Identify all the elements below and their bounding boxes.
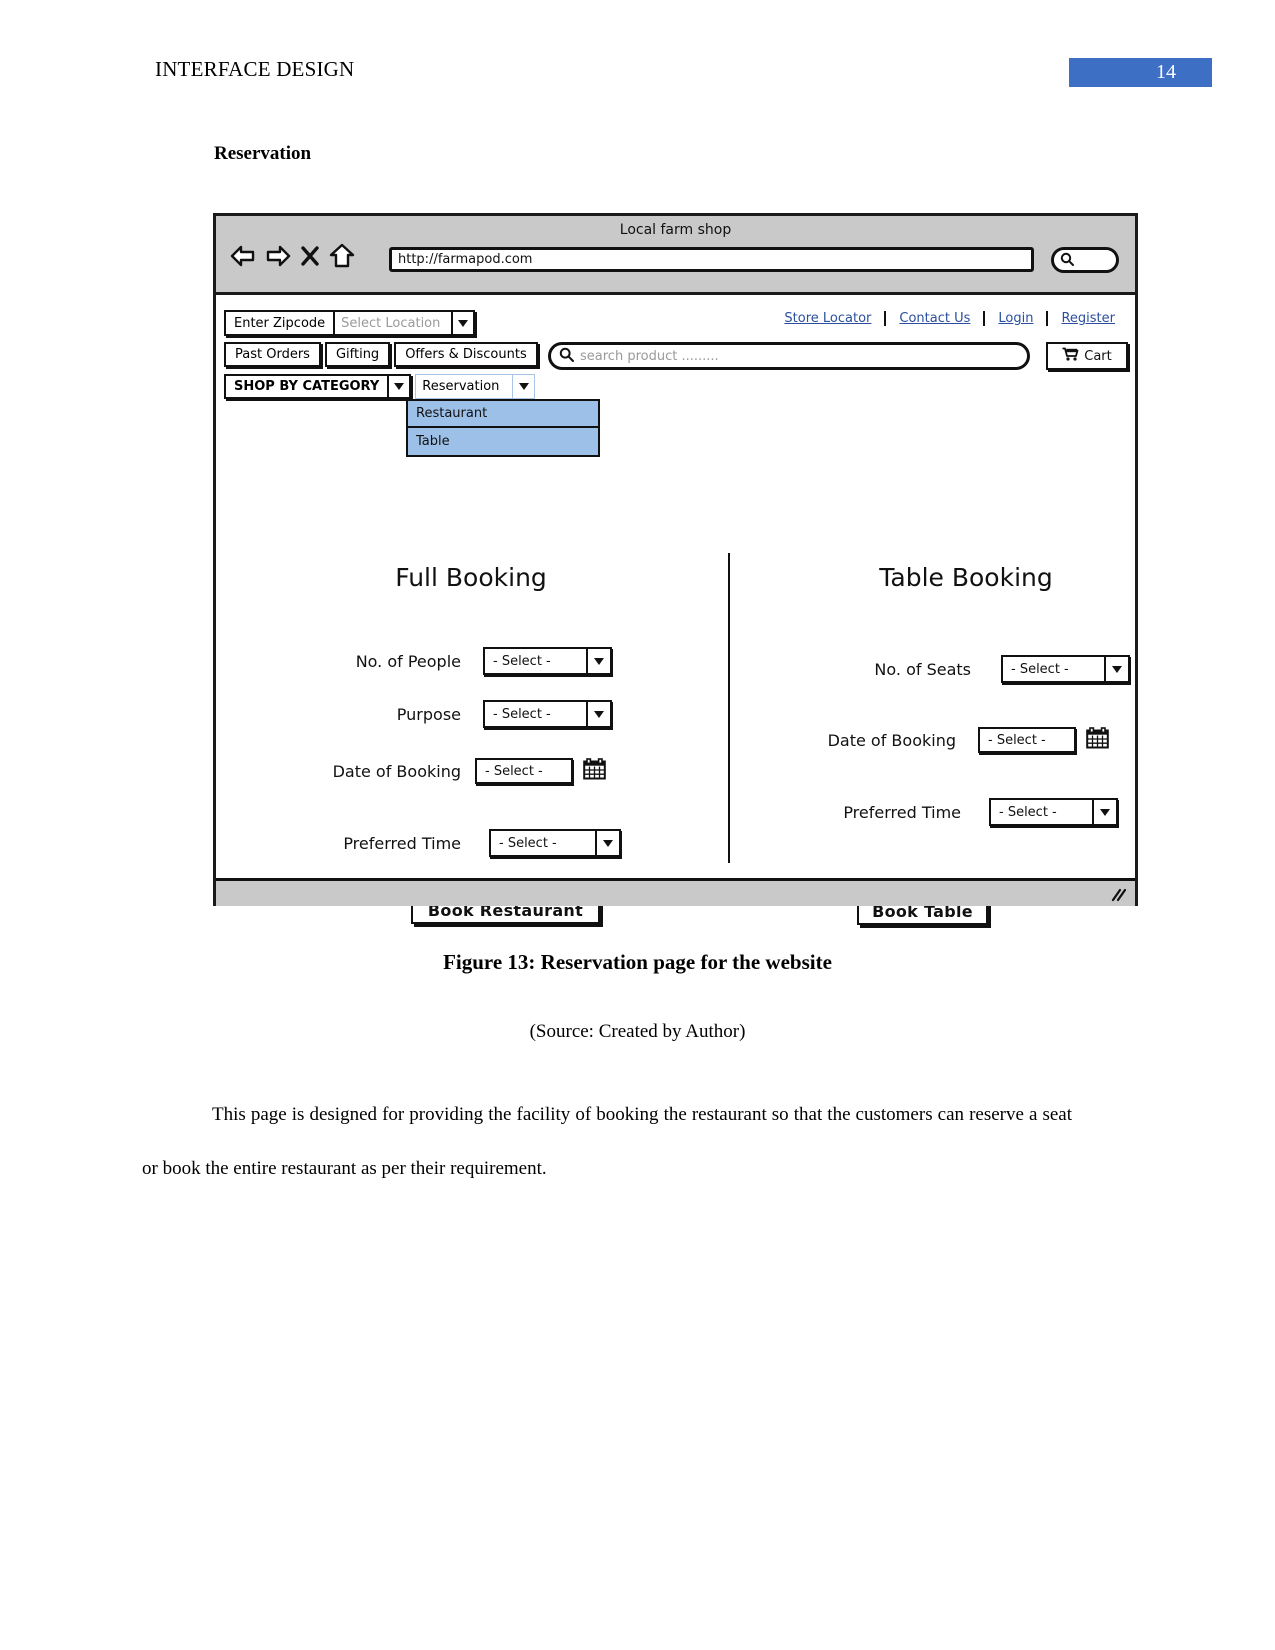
field-preferred-time-full: Preferred Time - Select - <box>276 829 676 857</box>
preferred-time-dropdown-toggle-full[interactable] <box>597 829 621 857</box>
page-title: INTERFACE DESIGN <box>155 57 355 81</box>
chevron-down-icon <box>1112 665 1122 673</box>
product-search-placeholder: search product ......... <box>580 348 719 364</box>
browser-window-title: Local farm shop <box>619 222 732 238</box>
document-header: INTERFACE DESIGN 14 <box>0 0 1275 100</box>
chevron-down-icon <box>394 383 405 390</box>
dropdown-item-table[interactable]: Table <box>408 428 598 455</box>
table-booking-title: Table Booking <box>879 563 1053 592</box>
field-label: Preferred Time <box>843 802 961 822</box>
tab-offers-discounts[interactable]: Offers & Discounts <box>394 342 538 367</box>
field-no-of-seats: No. of Seats - Select - <box>756 655 1176 683</box>
reservation-dropdown-toggle[interactable] <box>513 374 536 399</box>
cart-label: Cart <box>1084 348 1112 364</box>
location-dropdown-toggle[interactable] <box>453 310 476 336</box>
calendar-icon[interactable] <box>1086 727 1109 753</box>
no-of-seats-dropdown-toggle[interactable] <box>1106 655 1130 683</box>
link-login[interactable]: Login <box>985 311 1046 326</box>
no-of-people-select[interactable]: - Select - <box>483 647 588 675</box>
link-register[interactable]: Register <box>1048 311 1128 326</box>
field-purpose: Purpose - Select - <box>276 700 666 728</box>
preferred-time-select-table[interactable]: - Select - <box>989 798 1094 826</box>
chevron-down-icon <box>518 383 529 390</box>
tab-past-orders[interactable]: Past Orders <box>224 342 321 367</box>
preferred-time-dropdown-toggle-table[interactable] <box>1094 798 1118 826</box>
section-heading: Reservation <box>214 143 312 164</box>
browser-status-bar <box>216 878 1135 906</box>
category-dropdown-toggle[interactable] <box>389 374 412 399</box>
category-row: SHOP BY CATEGORY Reservation <box>224 374 536 399</box>
enter-zipcode-button[interactable]: Enter Zipcode <box>224 310 336 336</box>
close-x-icon[interactable] <box>300 244 320 268</box>
field-label: Date of Booking <box>827 730 956 750</box>
site-viewport: Enter Zipcode Select Location Past Order… <box>216 295 1135 925</box>
cart-button[interactable]: Cart <box>1046 342 1128 370</box>
utility-links: Store Locator Contact Us Login Register <box>771 311 1128 326</box>
reservation-select[interactable]: Reservation <box>415 374 514 399</box>
resize-grip-icon[interactable] <box>1111 887 1127 906</box>
back-arrow-icon[interactable] <box>230 244 256 268</box>
body-paragraph: This page is designed for providing the … <box>142 1104 1072 1179</box>
chevron-down-icon <box>1100 808 1110 816</box>
purpose-dropdown-toggle[interactable] <box>588 700 612 728</box>
column-divider <box>728 553 730 863</box>
reservation-dropdown-menu: Restaurant Table <box>406 399 600 457</box>
cart-icon <box>1062 347 1079 365</box>
field-preferred-time-table: Preferred Time - Select - <box>746 798 1176 826</box>
browser-search-box[interactable] <box>1051 247 1119 273</box>
full-booking-title: Full Booking <box>395 563 547 592</box>
field-label: Preferred Time <box>343 833 461 853</box>
field-date-of-booking-table: Date of Booking - Select - <box>741 727 1171 753</box>
field-date-of-booking-full: Date of Booking - Select - <box>276 758 676 784</box>
browser-mockup: Local farm shop http://farmapod.com Ente… <box>213 213 1138 925</box>
chevron-down-icon <box>458 319 469 327</box>
date-of-booking-input-full[interactable]: - Select - <box>475 758 573 784</box>
link-contact-us[interactable]: Contact Us <box>886 311 983 326</box>
figure-source: (Source: Created by Author) <box>529 1021 746 1042</box>
no-of-people-dropdown-toggle[interactable] <box>588 647 612 675</box>
search-icon <box>1060 251 1074 270</box>
link-store-locator[interactable]: Store Locator <box>771 311 884 326</box>
dropdown-item-restaurant[interactable]: Restaurant <box>408 401 598 428</box>
forward-arrow-icon[interactable] <box>265 244 291 268</box>
field-no-of-people: No. of People - Select - <box>276 647 666 675</box>
chevron-down-icon <box>594 657 604 665</box>
browser-nav-icons <box>230 243 355 269</box>
figure-caption: Figure 13: Reservation page for the webs… <box>443 950 832 974</box>
page-number-badge: 14 <box>1069 58 1212 87</box>
shop-by-category-button[interactable]: SHOP BY CATEGORY <box>224 374 390 399</box>
url-bar[interactable]: http://farmapod.com <box>389 247 1034 272</box>
browser-chrome: Local farm shop http://farmapod.com <box>216 216 1135 295</box>
tab-gifting[interactable]: Gifting <box>324 342 391 367</box>
chevron-down-icon <box>603 839 613 847</box>
chevron-down-icon <box>594 710 604 718</box>
select-location-input[interactable]: Select Location <box>335 310 454 336</box>
preferred-time-select-full[interactable]: - Select - <box>489 829 597 857</box>
zipcode-row: Enter Zipcode Select Location <box>224 310 476 336</box>
home-icon[interactable] <box>329 243 355 269</box>
product-search-input[interactable]: search product ......... <box>548 342 1030 370</box>
date-of-booking-input-table[interactable]: - Select - <box>978 727 1076 753</box>
field-label: No. of People <box>355 651 461 671</box>
search-icon <box>559 347 574 366</box>
calendar-icon[interactable] <box>583 758 606 784</box>
no-of-seats-select[interactable]: - Select - <box>1001 655 1106 683</box>
field-label: Date of Booking <box>332 761 461 781</box>
primary-tabs-row: Past Orders Gifting Offers & Discounts <box>224 342 542 367</box>
purpose-select[interactable]: - Select - <box>483 700 588 728</box>
field-label: No. of Seats <box>874 659 971 679</box>
field-label: Purpose <box>396 704 461 724</box>
